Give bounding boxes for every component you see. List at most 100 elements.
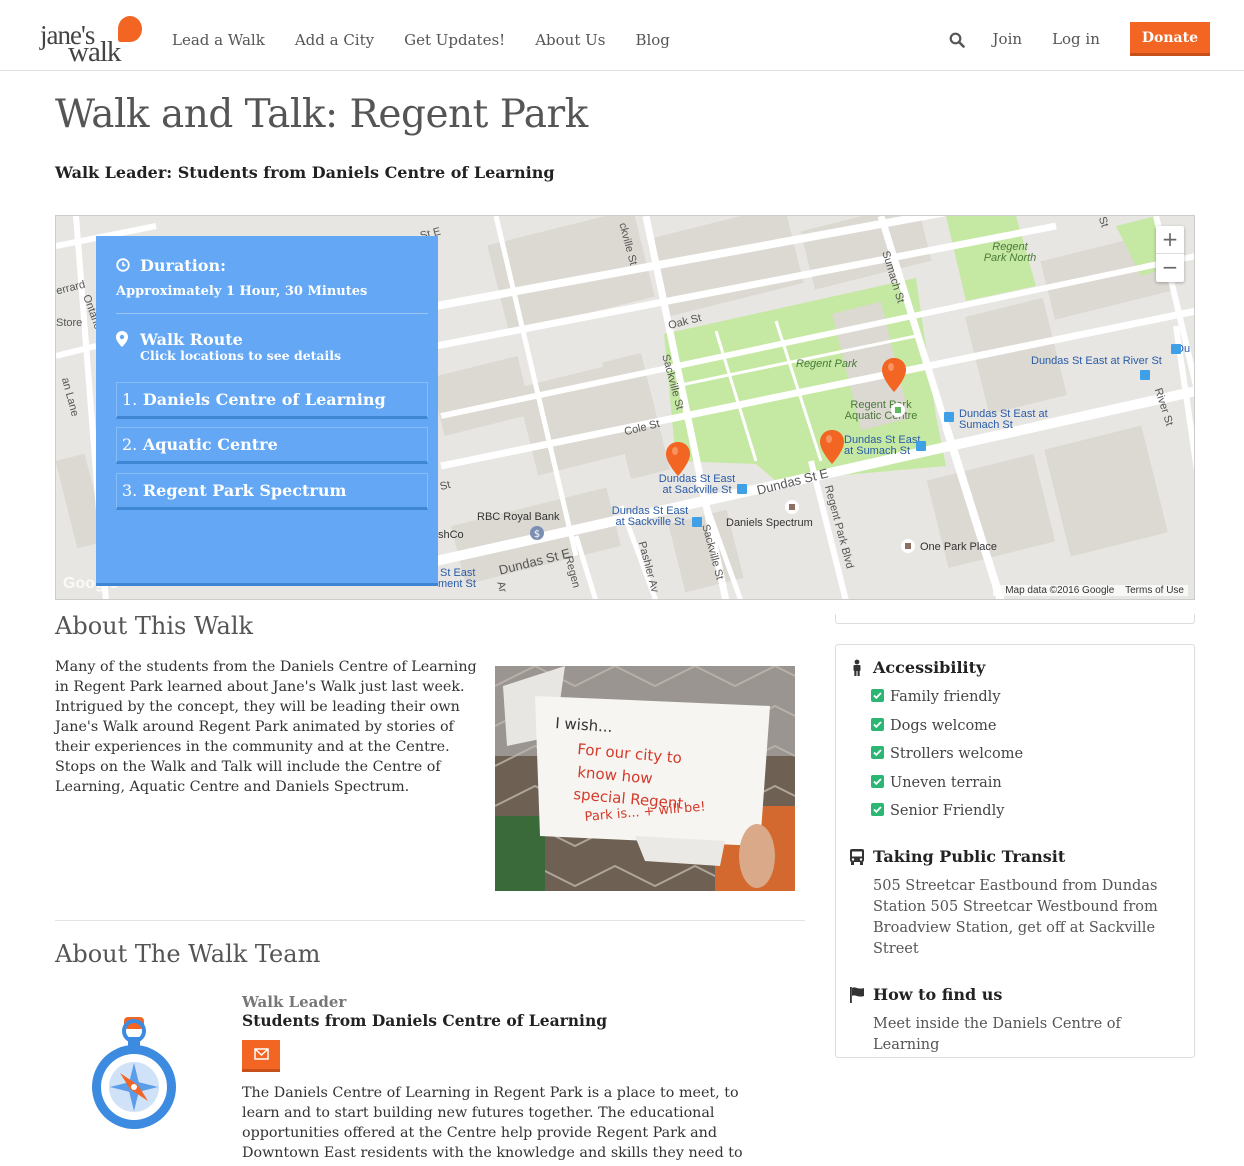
login-link[interactable]: Log in — [1052, 30, 1100, 48]
logo-bubble-icon — [118, 16, 142, 42]
stop-name: Regent Park Spectrum — [142, 481, 347, 500]
walk-team-heading: About The Walk Team — [55, 940, 321, 968]
transit-text: 505 Streetcar Eastbound from Dundas Stat… — [873, 878, 1158, 957]
stop-number: 2. — [122, 435, 138, 454]
check-icon — [871, 775, 884, 788]
nav-add-a-city[interactable]: Add a City — [295, 31, 374, 49]
transit-icon — [944, 412, 954, 422]
map-marker-icon — [116, 331, 128, 347]
feature-label: Uneven terrain — [890, 775, 1002, 791]
join-link[interactable]: Join — [993, 30, 1023, 48]
map-label-shco: shCo — [438, 529, 464, 541]
route-pin-daniels-centre[interactable] — [666, 442, 690, 476]
duration-title: Duration: — [140, 256, 226, 275]
about-walk-heading: About This Walk — [55, 612, 254, 640]
map-label-regent-park: Regent Park — [796, 358, 858, 370]
route-stop-regent-park-spectrum[interactable]: 3. Regent Park Spectrum — [116, 473, 428, 510]
envelope-icon — [254, 1048, 269, 1060]
duration-value: Approximately 1 Hour, 30 Minutes — [116, 284, 368, 299]
main-nav: Lead a Walk Add a City Get Updates! Abou… — [172, 31, 700, 49]
transit-icon — [916, 441, 926, 451]
walk-photo-image: I wish... For our city to know how speci… — [495, 666, 795, 891]
stop-name: Daniels Centre of Learning — [142, 390, 386, 409]
terms-of-use-link[interactable]: Terms of Use — [1125, 585, 1184, 596]
clock-icon — [116, 258, 130, 272]
sidebar-top-box — [835, 614, 1195, 624]
bus-icon — [850, 849, 864, 865]
check-icon — [871, 718, 884, 731]
janes-walk-logo[interactable]: jane's walk — [38, 14, 148, 68]
logo-text-walk: walk — [68, 36, 121, 68]
header-actions: Join Log in Donate — [949, 22, 1210, 56]
stop-name: Aquatic Centre — [142, 435, 278, 454]
team-bio: The Daniels Centre of Learning in Regent… — [242, 1085, 743, 1166]
route-stop-daniels-centre[interactable]: 1. Daniels Centre of Learning — [116, 382, 428, 419]
team-member-name: Students from Daniels Centre of Learning — [242, 1011, 608, 1030]
transit-icon — [1140, 370, 1150, 380]
map-label-regent-park-north: Regent Park North — [983, 241, 1037, 264]
map-data-text: Map data ©2016 Google — [1005, 585, 1115, 596]
bank-marker-icon: $ — [530, 526, 544, 540]
zoom-in-button[interactable]: + — [1156, 226, 1184, 254]
find-us-title: How to find us — [873, 985, 1003, 1004]
stop-number: 1. — [122, 390, 138, 409]
panel-divider — [116, 313, 428, 314]
walk-photo[interactable]: I wish... For our city to know how speci… — [495, 666, 795, 891]
walk-details-sidebar: Accessibility Family friendly Dogs welco… — [835, 644, 1195, 1058]
email-leader-button[interactable] — [242, 1040, 280, 1072]
map-label-transit-sackville-1: Dundas St East at Sackville St — [658, 473, 736, 496]
map-label-one-park-place: One Park Place — [920, 541, 998, 553]
route-map[interactable]: Oak St Cole St Sackville St Sackville St… — [55, 215, 1195, 600]
transit-icon — [1171, 344, 1181, 354]
feature-uneven-terrain: Uneven terrain — [871, 774, 1002, 791]
walk-route-title: Walk Route — [140, 330, 243, 349]
feature-label: Dogs welcome — [890, 718, 997, 734]
nav-about-us[interactable]: About Us — [535, 31, 605, 49]
transit-icon — [737, 484, 747, 494]
nav-blog[interactable]: Blog — [635, 31, 669, 49]
find-us-text: Meet inside the Daniels Centre of Learni… — [873, 1016, 1121, 1053]
route-stop-aquatic-centre[interactable]: 2. Aquatic Centre — [116, 427, 428, 464]
feature-dogs-welcome: Dogs welcome — [871, 717, 997, 734]
feature-family-friendly: Family friendly — [871, 688, 1001, 705]
map-zoom-control: + − — [1156, 226, 1184, 282]
about-walk-text: Many of the students from the Daniels Ce… — [55, 659, 477, 795]
feature-strollers-welcome: Strollers welcome — [871, 745, 1023, 762]
map-label-transit-sackville-2: Dundas St East at Sackville St — [611, 505, 689, 528]
transit-icon — [692, 517, 702, 527]
team-role: Walk Leader — [242, 993, 347, 1011]
check-icon — [871, 746, 884, 759]
route-pin-regent-park-spectrum[interactable] — [882, 358, 906, 392]
aquatic-marker-icon — [891, 403, 905, 417]
donate-button[interactable]: Donate — [1129, 22, 1210, 56]
stop-number: 3. — [122, 481, 138, 500]
spectrum-marker-icon — [785, 500, 799, 514]
person-icon — [853, 659, 861, 676]
search-icon[interactable] — [949, 32, 965, 48]
map-label-transit-sumach-1: Dundas St East at Sumach St — [844, 434, 921, 457]
map-label-rbc-royal-bank: RBC Royal Bank — [477, 511, 560, 523]
walk-leader-line: Walk Leader: Students from Daniels Centr… — [55, 163, 555, 182]
map-label-aquatic-centre: Regent Park Aquatic Centre — [844, 399, 918, 422]
transit-title: Taking Public Transit — [873, 847, 1066, 866]
page-title: Walk and Talk: Regent Park — [55, 92, 588, 137]
feature-label: Strollers welcome — [890, 746, 1024, 762]
flag-icon — [850, 987, 864, 1003]
map-label-ment-st: ment St — [438, 578, 476, 590]
accessibility-title: Accessibility — [873, 658, 986, 677]
feature-label: Senior Friendly — [890, 803, 1005, 819]
map-label-daniels-spectrum: Daniels Spectrum — [726, 517, 813, 529]
feature-senior-friendly: Senior Friendly — [871, 802, 1004, 819]
site-header: jane's walk Lead a Walk Add a City Get U… — [0, 0, 1244, 71]
map-label-store: Store — [56, 317, 83, 329]
svg-text:$: $ — [534, 529, 540, 540]
nav-lead-a-walk[interactable]: Lead a Walk — [172, 31, 265, 49]
route-pin-aquatic-centre[interactable] — [820, 430, 844, 464]
map-label-transit-river: Dundas St East at River St — [1031, 355, 1162, 367]
zoom-out-button[interactable]: − — [1156, 254, 1184, 282]
one-park-marker-icon — [901, 539, 915, 553]
nav-get-updates[interactable]: Get Updates! — [404, 31, 505, 49]
walk-route-subtitle: Click locations to see details — [140, 348, 342, 363]
check-icon — [871, 689, 884, 702]
feature-label: Family friendly — [890, 689, 1001, 705]
